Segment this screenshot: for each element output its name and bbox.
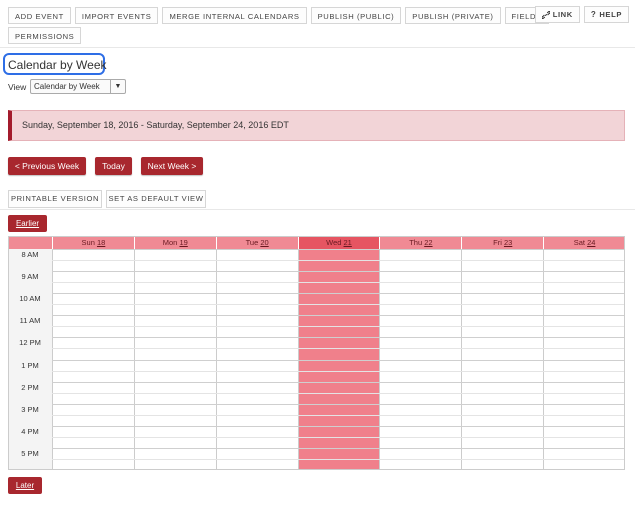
date-range-banner: Sunday, September 18, 2016 - Saturday, S… — [8, 110, 625, 141]
grid-line — [52, 260, 625, 262]
view-select-value: Calendar by Week — [34, 82, 100, 91]
grid-line — [52, 359, 625, 361]
toolbar-row-1: ADD EVENT IMPORT EVENTS MERGE INTERNAL C… — [8, 7, 549, 24]
toolbar-divider — [0, 47, 635, 48]
day-header-name: Sat — [573, 238, 588, 247]
permissions-button[interactable]: PERMISSIONS — [8, 27, 82, 44]
grid-line — [52, 282, 625, 284]
hour-label: 5 PM — [21, 448, 39, 458]
hour-label: 2 PM — [21, 382, 39, 392]
merge-internal-calendars-button[interactable]: MERGE INTERNAL CALENDARS — [162, 7, 307, 24]
hour-label: 10 AM — [19, 294, 41, 304]
link-button[interactable]: LINK — [534, 6, 580, 23]
next-week-button[interactable]: Next Week > — [141, 157, 203, 175]
grid-line — [52, 326, 625, 328]
import-events-button[interactable]: IMPORT EVENTS — [74, 7, 159, 24]
day-header-date-link[interactable]: 20 — [260, 238, 268, 247]
grid-line — [52, 293, 625, 295]
hour-label: 8 AM — [21, 250, 39, 259]
day-header-date-link[interactable]: 21 — [344, 238, 352, 247]
hour-label: 9 AM — [21, 272, 39, 282]
view-select[interactable]: Calendar by Week ▼ — [30, 79, 126, 94]
grid-line — [52, 392, 625, 394]
toolbar: ADD EVENT IMPORT EVENTS MERGE INTERNAL C… — [8, 7, 549, 47]
grid-line — [52, 249, 625, 250]
earlier-button[interactable]: Earlier — [8, 215, 47, 232]
grid-line — [52, 403, 625, 405]
day-header-name: Mon — [162, 238, 180, 247]
grid-line — [52, 315, 625, 317]
printable-version-button[interactable]: PRINTABLE VERSION — [8, 190, 102, 208]
publish-public-button[interactable]: PUBLISH (PUBLIC) — [310, 7, 402, 24]
grid-line — [52, 370, 625, 372]
link-icon — [541, 10, 550, 19]
toolbar-row-2: PERMISSIONS — [8, 27, 548, 44]
day-header-tue: Tue 20 — [215, 236, 298, 249]
time-column — [8, 249, 52, 470]
grid-line — [52, 414, 625, 416]
hour-label: 4 PM — [21, 426, 39, 436]
grid-line — [52, 271, 625, 273]
help-label: HELP — [599, 10, 622, 19]
day-header-thu: Thu 22 — [379, 236, 462, 249]
day-header-name: Fri — [493, 238, 504, 247]
grid-line — [52, 425, 625, 427]
toolbar-right: LINK ? HELP — [534, 6, 629, 23]
day-header-name: Tue — [245, 238, 261, 247]
day-header-wed: Wed 21 — [297, 236, 380, 249]
question-icon: ? — [590, 10, 597, 19]
grid-line — [52, 337, 625, 339]
link-label: LINK — [552, 10, 573, 19]
day-header-name: Sun — [81, 238, 97, 247]
day-header-date-link[interactable]: 19 — [179, 238, 187, 247]
grid-line — [52, 381, 625, 383]
hour-label: 12 PM — [19, 338, 41, 348]
later-button[interactable]: Later — [8, 477, 42, 494]
hour-label: 11 AM — [19, 316, 41, 326]
add-event-button[interactable]: ADD EVENT — [8, 7, 71, 24]
day-header-date-link[interactable]: 23 — [504, 238, 512, 247]
day-header-name: Wed — [326, 238, 344, 247]
previous-week-button[interactable]: < Previous Week — [8, 157, 86, 175]
day-header-date-link[interactable]: 24 — [587, 238, 595, 247]
day-header-name: Thu — [409, 238, 425, 247]
chevron-down-icon: ▼ — [110, 80, 125, 93]
grid-line — [52, 348, 625, 350]
publish-private-button[interactable]: PUBLISH (PRIVATE) — [405, 7, 501, 24]
help-button[interactable]: ? HELP — [583, 6, 629, 23]
day-header-sat: Sat 24 — [543, 236, 626, 249]
hour-label: 1 PM — [21, 360, 39, 370]
page-title: Calendar by Week — [8, 58, 107, 72]
hour-label: 3 PM — [21, 404, 39, 414]
grid-line — [52, 447, 625, 449]
day-header-sun: Sun 18 — [52, 236, 134, 249]
view-label: View — [8, 82, 27, 92]
day-header-date-link[interactable]: 22 — [424, 238, 432, 247]
week-calendar-grid: Sun 18 Mon 19 Tue 20 Wed 21 Thu 22 Fri 23 Sat … — [8, 236, 626, 470]
section-divider — [0, 209, 635, 210]
grid-line — [52, 458, 625, 460]
header-corner — [8, 236, 52, 249]
set-default-view-button[interactable]: SET AS DEFAULT VIEW — [106, 190, 206, 208]
grid-line — [52, 304, 625, 306]
today-button[interactable]: Today — [95, 157, 132, 175]
day-header-mon: Mon 19 — [133, 236, 216, 249]
grid-line — [52, 436, 625, 438]
day-header-date-link[interactable]: 18 — [97, 238, 105, 247]
day-header-fri: Fri 23 — [461, 236, 544, 249]
